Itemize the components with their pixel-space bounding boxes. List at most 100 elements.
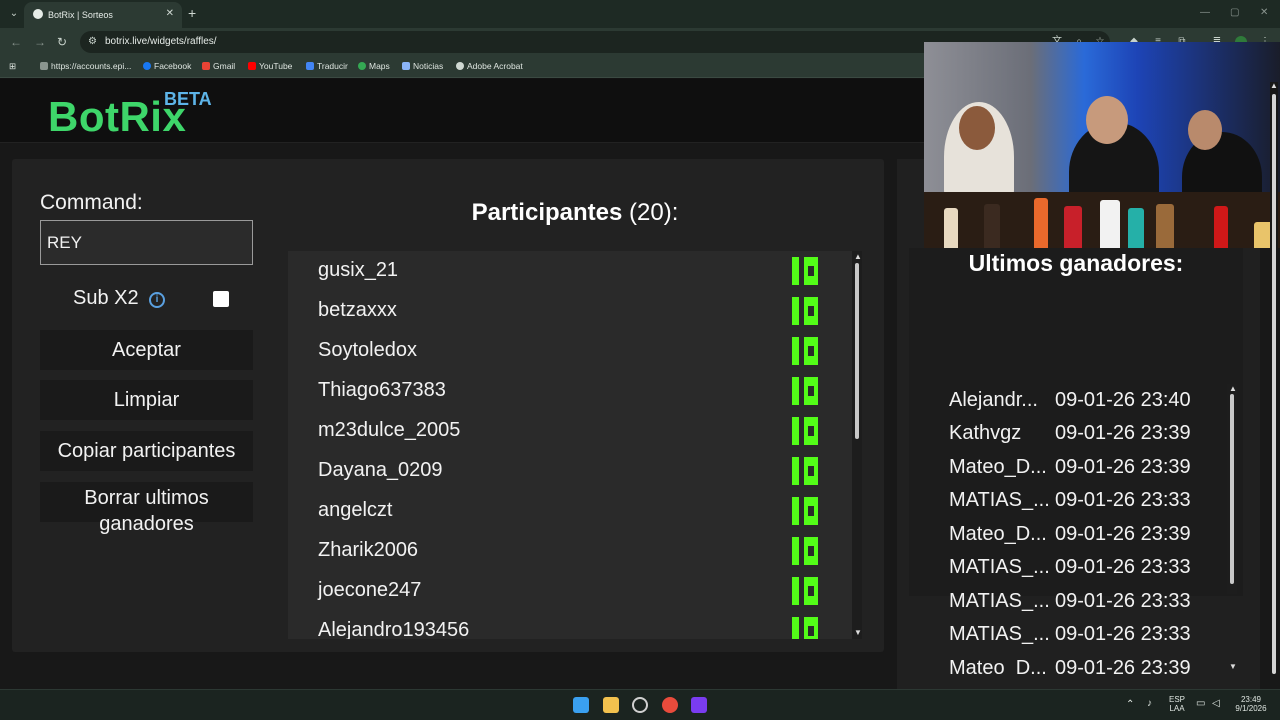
participants-title: Participantes (20): bbox=[471, 199, 679, 226]
new-tab-button[interactable]: + bbox=[188, 5, 196, 21]
kick-icon bbox=[792, 537, 818, 565]
volume-icon[interactable]: ◁ bbox=[1212, 698, 1220, 709]
clear-button[interactable]: Limpiar bbox=[40, 380, 253, 420]
delete-winners-line2: ganadores bbox=[99, 513, 194, 535]
bookmark-accounts[interactable]: https://accounts.epi... bbox=[40, 61, 131, 71]
table-with-bottles bbox=[924, 192, 1280, 248]
tray-expand-icon[interactable]: ⌃ bbox=[1126, 699, 1134, 710]
participant-row[interactable]: betzaxxx bbox=[288, 291, 852, 331]
bottle bbox=[1034, 198, 1048, 248]
winner-row: MATIAS_... 09-01-26 23:33 bbox=[949, 623, 1191, 645]
participants-count: (20): bbox=[629, 199, 679, 226]
kick-icon bbox=[792, 257, 818, 285]
winners-list-overflow: MATIAS_... 09-01-26 23:33 MATIAS_... 09-01… bbox=[949, 590, 1229, 686]
bottle bbox=[984, 204, 1000, 248]
page-scrollbar[interactable]: ▲ bbox=[1270, 82, 1278, 688]
winners-scroll-thumb[interactable] bbox=[1230, 394, 1234, 584]
tab-search-icon[interactable]: ⌄ bbox=[6, 6, 22, 22]
language-indicator[interactable]: ESP LAA bbox=[1166, 695, 1188, 713]
kick-icon bbox=[792, 297, 818, 325]
minimize-icon[interactable]: — bbox=[1200, 7, 1210, 18]
bookmark-facebook[interactable]: Facebook bbox=[143, 61, 191, 71]
tab-title: BotRix | Sorteos bbox=[48, 10, 113, 20]
participants-list[interactable]: gusix_21 betzaxxx Soytoledox Thiago63738… bbox=[288, 251, 852, 639]
winners-panel: Ultimos ganadores: Alejandr... 09-01-26 2… bbox=[909, 248, 1243, 596]
winners-scrollbar[interactable]: ▲ bbox=[1227, 384, 1237, 594]
close-window-icon[interactable]: ✕ bbox=[1260, 7, 1268, 18]
winner-row: MATIAS_... 09-01-26 23:33 bbox=[949, 590, 1191, 612]
bottle bbox=[1156, 204, 1174, 248]
participant-row[interactable]: joecone247 bbox=[288, 571, 852, 611]
participant-row[interactable]: gusix_21 bbox=[288, 251, 852, 291]
winners-scroll-down-icon[interactable]: ▼ bbox=[1229, 663, 1237, 671]
person-right-head bbox=[1188, 110, 1222, 150]
adobe-acrobat-icon bbox=[456, 62, 464, 70]
scroll-up-icon[interactable]: ▲ bbox=[854, 253, 862, 261]
participant-row[interactable]: Dayana_0209 bbox=[288, 451, 852, 491]
scroll-up-icon[interactable]: ▲ bbox=[1229, 385, 1237, 393]
tab-botrix[interactable]: BotRix | Sorteos ✕ bbox=[24, 2, 182, 28]
command-label: Command: bbox=[40, 191, 143, 214]
bottle bbox=[1128, 208, 1144, 248]
windows-start-icon[interactable] bbox=[573, 697, 589, 713]
winners-title: Ultimos ganadores: bbox=[968, 250, 1184, 276]
person-left-head bbox=[959, 106, 995, 150]
forward-icon[interactable]: → bbox=[34, 35, 46, 49]
page-scroll-up-icon[interactable]: ▲ bbox=[1270, 82, 1278, 90]
network-icon[interactable]: ▭ bbox=[1196, 698, 1205, 709]
participant-row[interactable]: Thiago637383 bbox=[288, 371, 852, 411]
sub-x2-checkbox[interactable] bbox=[213, 291, 229, 307]
clock-app-icon[interactable] bbox=[632, 697, 648, 713]
person-center-head bbox=[1086, 96, 1128, 144]
tab-strip: ⌄ BotRix | Sorteos ✕ + — ▢ ✕ bbox=[0, 0, 1280, 28]
bookmark-traducir[interactable]: Traducir bbox=[306, 61, 348, 71]
kick-icon bbox=[792, 417, 818, 445]
maximize-icon[interactable]: ▢ bbox=[1230, 7, 1239, 18]
scroll-down-icon[interactable]: ▼ bbox=[854, 629, 862, 637]
kick-icon bbox=[792, 617, 818, 639]
participant-row[interactable]: m23dulce_2005 bbox=[288, 411, 852, 451]
apps-grid-icon[interactable]: ⊞ bbox=[9, 61, 16, 72]
back-icon[interactable]: ← bbox=[10, 35, 22, 49]
file-explorer-icon[interactable] bbox=[603, 697, 619, 713]
participant-row[interactable]: angelczt bbox=[288, 491, 852, 531]
winner-row: Mateo_D... 09-01-26 23:39 bbox=[949, 523, 1191, 545]
info-icon[interactable]: i bbox=[149, 292, 165, 308]
url-text: botrix.live/widgets/raffles/ bbox=[105, 36, 217, 47]
reload-icon[interactable]: ↻ bbox=[57, 35, 67, 49]
tab-favicon-icon bbox=[33, 9, 43, 19]
copy-participants-button[interactable]: Copiar participantes bbox=[40, 431, 253, 471]
maps-icon bbox=[358, 62, 366, 70]
translate-bookmark-icon bbox=[306, 62, 314, 70]
chrome-icon[interactable] bbox=[662, 697, 678, 713]
bookmark-youtube[interactable]: YouTube bbox=[248, 61, 292, 71]
close-tab-icon[interactable]: ✕ bbox=[166, 8, 174, 19]
heart-app-icon[interactable] bbox=[691, 697, 707, 713]
accept-button[interactable]: Aceptar bbox=[40, 330, 253, 370]
microphone-icon[interactable]: ♪ bbox=[1147, 698, 1152, 709]
bookmark-adobe[interactable]: Adobe Acrobat bbox=[456, 61, 523, 71]
bookmark-noticias[interactable]: Noticias bbox=[402, 61, 443, 71]
delete-winners-button[interactable]: Borrar ultimos ganadores bbox=[40, 482, 253, 535]
participant-row[interactable]: Zharik2006 bbox=[288, 531, 852, 571]
facebook-icon bbox=[143, 62, 151, 70]
bottle bbox=[944, 208, 958, 248]
participants-scroll-thumb[interactable] bbox=[855, 263, 859, 439]
winner-row: Alejandr... 09-01-26 23:40 bbox=[949, 389, 1191, 411]
kick-icon bbox=[792, 457, 818, 485]
participant-row[interactable]: Alejandro193456 bbox=[288, 611, 852, 639]
page-scroll-thumb[interactable] bbox=[1272, 94, 1276, 674]
clock[interactable]: 23:49 9/1/2026 bbox=[1230, 695, 1272, 713]
news-icon bbox=[402, 62, 410, 70]
site-info-icon[interactable]: ⚙ bbox=[88, 36, 100, 48]
participants-scrollbar[interactable]: ▲ ▼ bbox=[852, 251, 862, 639]
bookmark-gmail[interactable]: Gmail bbox=[202, 61, 235, 71]
bookmark-icon bbox=[40, 62, 48, 70]
participant-row[interactable]: Soytoledox bbox=[288, 331, 852, 371]
winner-row: Mateo_D... 09-01-26 23:39 bbox=[949, 657, 1191, 675]
bookmark-maps[interactable]: Maps bbox=[358, 61, 390, 71]
kick-icon bbox=[792, 337, 818, 365]
raffle-panel: Command: Sub X2 i Aceptar Limpiar Copiar… bbox=[12, 159, 884, 652]
kick-icon bbox=[792, 497, 818, 525]
command-input[interactable] bbox=[40, 220, 253, 265]
